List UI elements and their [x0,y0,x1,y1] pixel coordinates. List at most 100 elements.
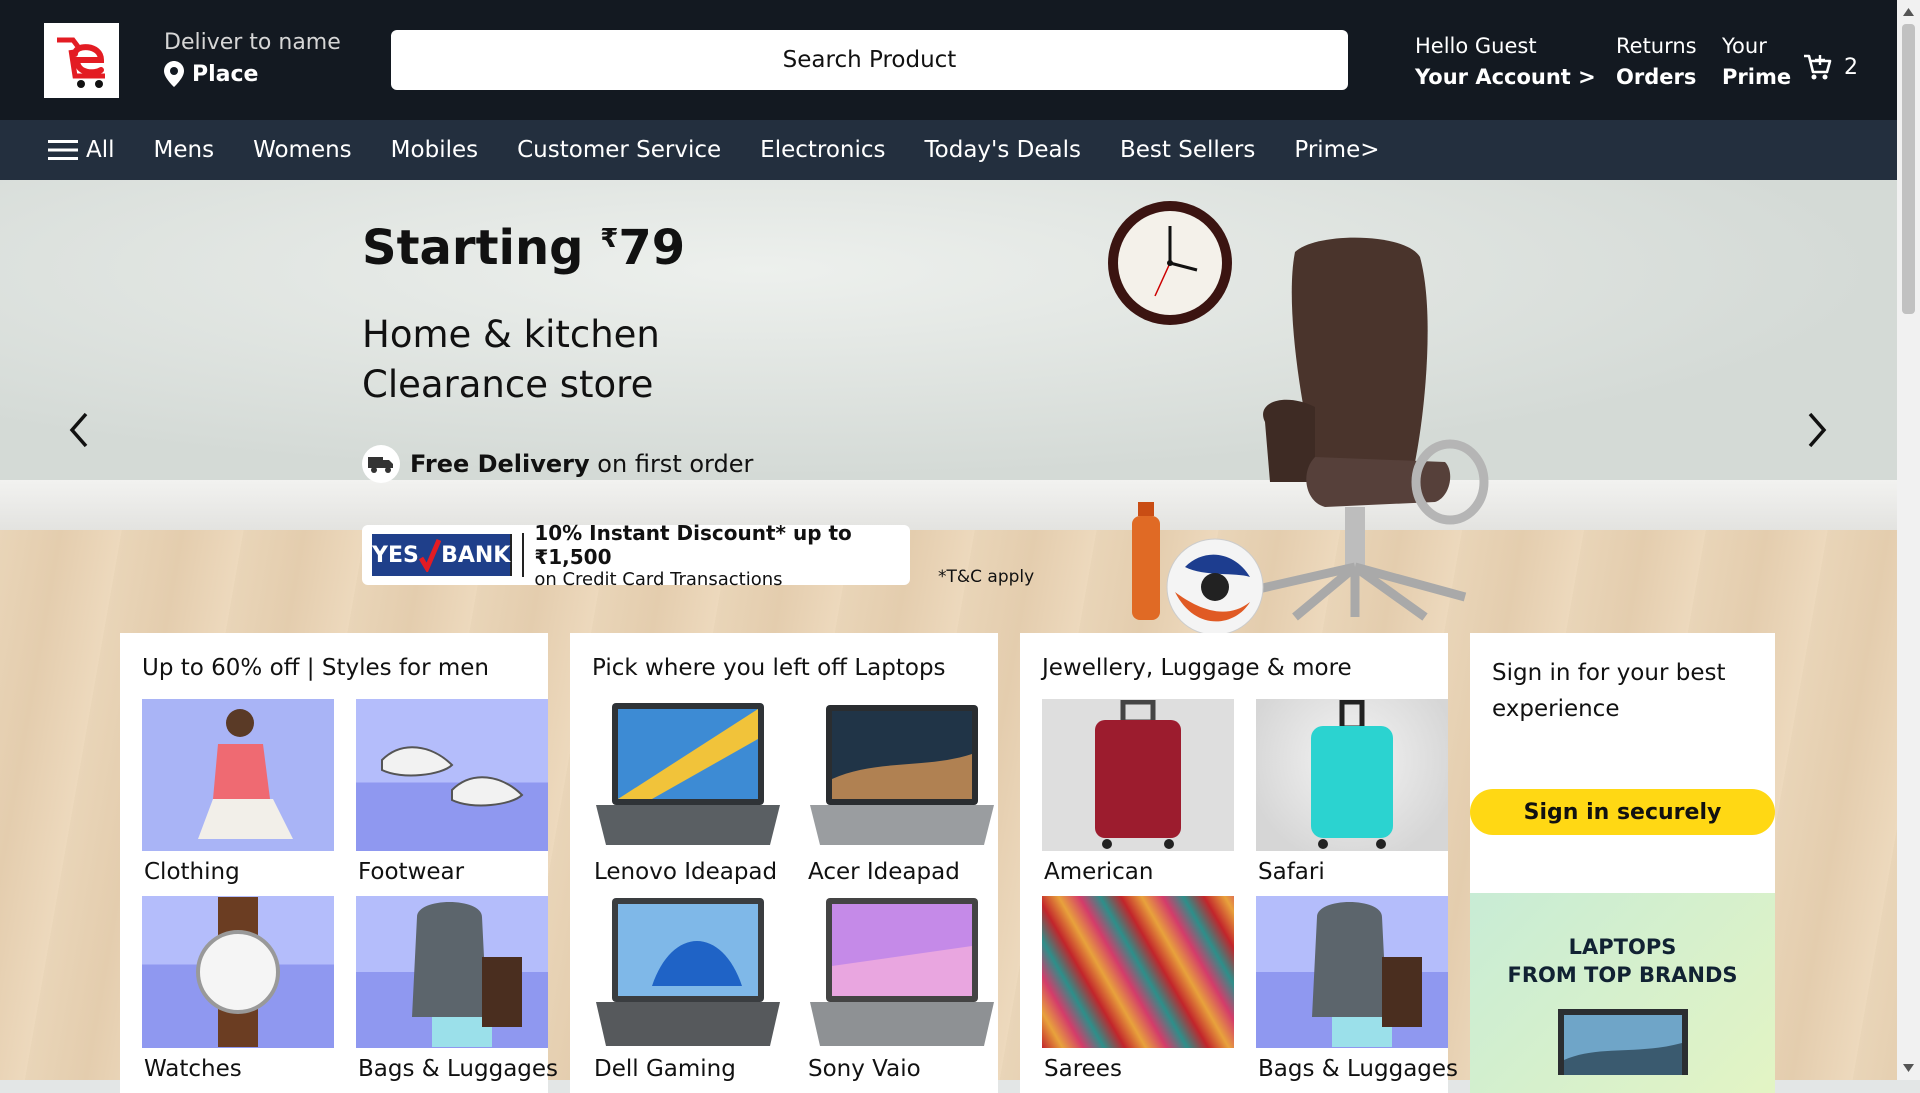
nav-item-electronics[interactable]: Electronics [760,137,885,163]
deliver-to[interactable]: Deliver to name Place [164,30,341,87]
nav-item-best-sellers[interactable]: Best Sellers [1120,137,1255,163]
logo-cart-icon [56,37,105,88]
clothing-image [142,699,334,851]
tile-watches[interactable]: Watches [142,896,334,1082]
nav-item-mobiles[interactable]: Mobiles [391,137,478,163]
bag-image [356,896,548,1048]
bank-check-mark-icon [418,539,441,572]
returns-orders[interactable]: Returns Orders [1616,34,1697,89]
bank-offer-subline: on Credit Card Transactions [534,568,783,590]
search-input[interactable] [391,30,1348,90]
prime-label: Prime [1722,65,1792,89]
tile-caption: Watches [144,1056,242,1082]
nav-all-label: All [86,137,115,163]
category-nav: All Mens Womens Mobiles Customer Service… [0,120,1897,180]
card-mens-styles: Up to 60% off | Styles for men Clothing … [120,633,559,1093]
nav-item-todays-deals[interactable]: Today's Deals [925,137,1081,163]
bank-name-bank: BANK [441,542,511,568]
tile-caption: Lenovo Ideapad [594,859,778,885]
football-image [1166,538,1264,636]
free-delivery-bold: Free Delivery [410,450,590,478]
terms-note: *T&C apply [938,567,1035,587]
card-signin: Sign in for your best experience Sign in… [1470,633,1775,1093]
tile-caption: Bags & Luggages [1258,1056,1459,1082]
deliver-location: Place [164,61,341,87]
page-scrollbar[interactable] [1897,0,1920,1080]
tile-caption: Dell Gaming [594,1056,736,1082]
carousel-prev-arrow-icon[interactable] [58,400,98,460]
tile-sarees[interactable]: Sarees [1042,896,1234,1082]
nav-all-menu[interactable]: All [48,137,115,163]
promo-laptop-image [1557,1009,1688,1075]
returns-label: Returns [1616,34,1697,58]
tile-lenovo-ideapad[interactable]: Lenovo Ideapad [592,699,784,885]
lenovo-laptop-image [592,699,784,851]
watch-image [142,896,334,1048]
tile-caption: Bags & Luggages [358,1056,559,1082]
account-menu[interactable]: Hello Guest Your Account > [1415,34,1596,89]
nav-item-mens[interactable]: Mens [154,137,215,163]
hero-subtitle: Home & kitchen Clearance store [362,313,660,406]
your-prime[interactable]: Your Prime [1722,34,1791,89]
prime-your-label: Your [1722,34,1767,58]
card-title: Up to 60% off | Styles for men [142,655,489,681]
sony-laptop-image [806,896,998,1048]
nav-item-prime[interactable]: Prime> [1294,137,1379,163]
scroll-down-icon[interactable] [1903,1064,1914,1072]
sign-in-button[interactable]: Sign in securely [1470,789,1775,835]
bank-offer-headline: 10% Instant Discount* up to ₹1,500 [534,520,852,569]
nav-item-customer-service[interactable]: Customer Service [517,137,721,163]
hero-title: Starting ₹79 [362,220,685,276]
water-bottle-image [1132,502,1160,620]
bank-divider [522,533,525,577]
account-greeting: Hello Guest [1415,34,1537,58]
hero-price: 79 [618,220,686,276]
tile-dell-gaming[interactable]: Dell Gaming [592,896,784,1082]
tile-safari[interactable]: Safari [1256,699,1448,885]
nav-item-womens[interactable]: Womens [253,137,352,163]
dell-laptop-image [592,896,784,1048]
top-header: Deliver to name Place Hello Guest Your A… [0,0,1897,120]
tile-caption: Footwear [358,859,465,885]
signin-title: Sign in for your best experience [1492,660,1726,722]
cart-button[interactable]: 2 [1802,52,1858,82]
tile-footwear[interactable]: Footwear [356,699,548,885]
carousel-next-arrow-icon[interactable] [1798,400,1838,460]
laptops-promo-banner[interactable]: LAPTOPS FROM TOP BRANDS [1470,893,1775,1093]
hero-currency: ₹ [600,224,619,254]
bank-offer-banner[interactable]: YES BANK 10% Instant Discount* up to ₹1,… [362,521,910,590]
site-logo[interactable] [44,23,119,98]
free-delivery-note: Free Delivery on first order [362,445,753,483]
cart-count: 2 [1844,54,1858,80]
footwear-image [356,699,548,851]
deliver-place: Place [192,61,259,87]
orders-label: Orders [1616,65,1697,89]
tile-clothing[interactable]: Clothing [142,699,334,885]
card-title: Pick where you left off Laptops [592,655,946,681]
card-jewellery-luggage: Jewellery, Luggage & more American Safar… [1020,633,1459,1093]
hero-wall-bg [0,180,1897,480]
card-laptops: Pick where you left off Laptops Lenovo I… [570,633,998,1093]
cart-icon [1804,54,1832,80]
tile-bags-2[interactable]: Bags & Luggages [1256,896,1459,1082]
card-title: Jewellery, Luggage & more [1042,655,1352,681]
tile-american[interactable]: American [1042,699,1234,885]
tile-acer-ideapad[interactable]: Acer Ideapad [806,699,998,885]
deliver-label: Deliver to name [164,30,341,55]
teal-suitcase-image [1256,699,1448,851]
scroll-thumb[interactable] [1902,24,1915,314]
bank-name-yes: YES [372,542,419,568]
tile-caption: American [1044,859,1154,885]
location-pin-icon [164,61,184,87]
promo-text: LAPTOPS FROM TOP BRANDS [1507,935,1738,987]
scroll-up-icon[interactable] [1903,8,1914,16]
yes-bank-logo: YES BANK [372,534,513,576]
tile-caption: Clothing [144,859,240,885]
account-link: Your Account > [1415,65,1596,89]
tile-sony-vaio[interactable]: Sony Vaio [806,896,998,1082]
hamburger-icon [48,140,78,160]
hero-title-prefix: Starting [362,220,601,276]
tile-bags[interactable]: Bags & Luggages [356,896,559,1082]
tile-caption: Safari [1258,859,1325,885]
tile-caption: Acer Ideapad [808,859,960,885]
